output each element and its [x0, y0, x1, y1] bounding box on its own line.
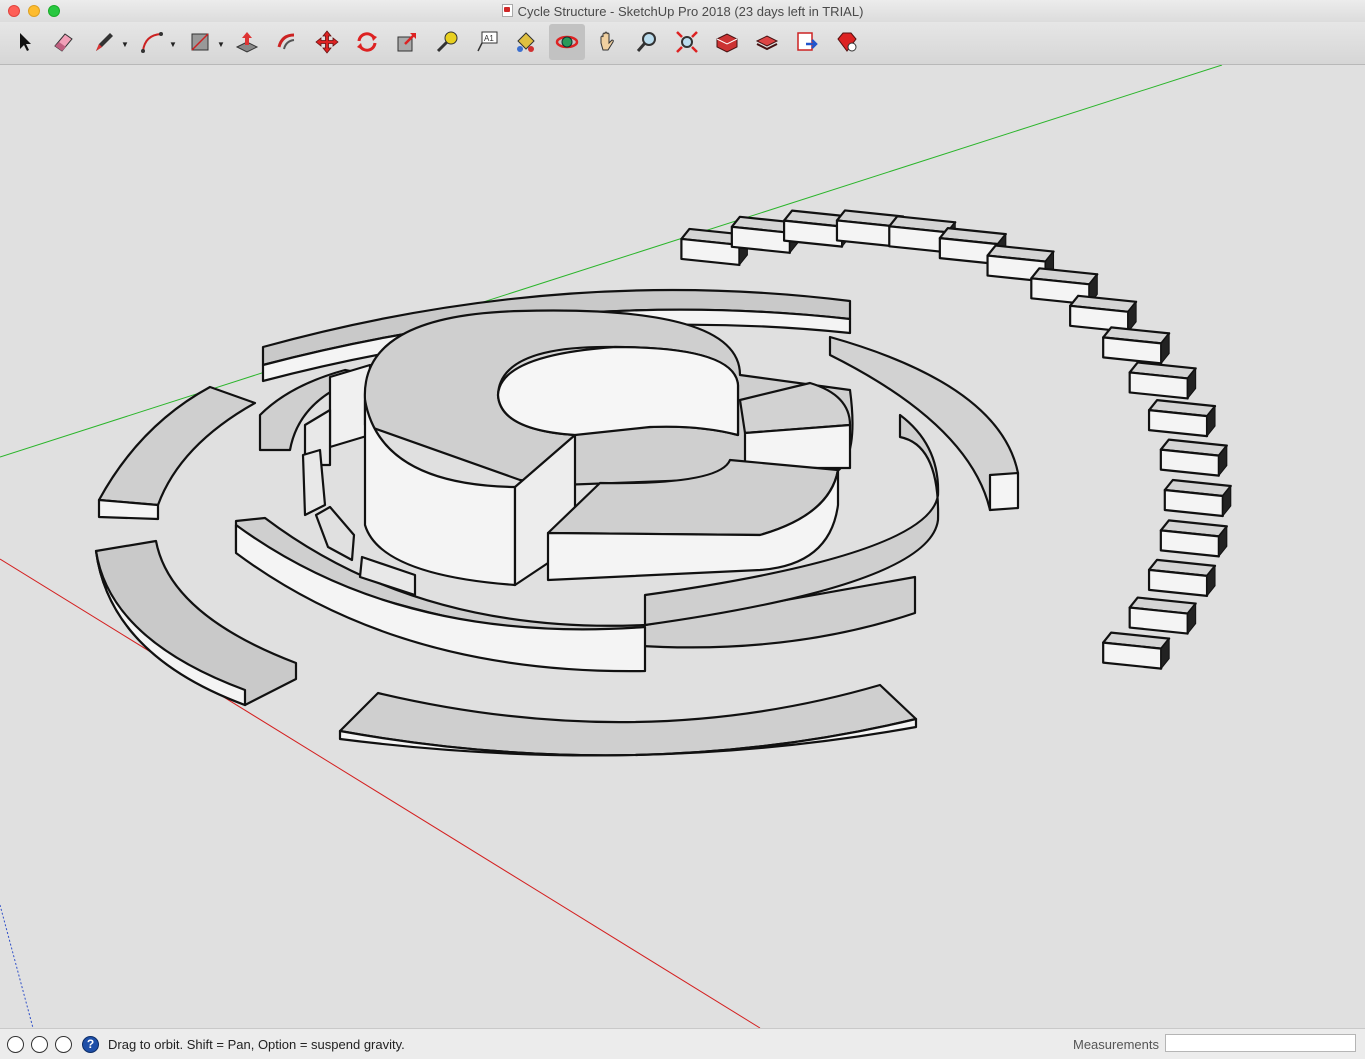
rotate-icon [357, 32, 377, 52]
orbit-icon [555, 35, 579, 49]
main-toolbar: ▼ ▼ ▼ A1 [0, 22, 1365, 65]
warehouse-tool-button[interactable] [709, 24, 745, 60]
help-icon[interactable]: ? [82, 1036, 99, 1053]
offset-tool-button[interactable] [269, 24, 305, 60]
outer-ring-segment[interactable] [97, 385, 257, 521]
geo-location-icon[interactable] [7, 1036, 24, 1053]
move-tool-button[interactable] [309, 24, 345, 60]
title-bar: Cycle Structure - SketchUp Pro 2018 (23 … [0, 0, 1365, 22]
credits-icon[interactable] [31, 1036, 48, 1053]
small-block[interactable] [1128, 596, 1197, 635]
send-to-layout-tool-button[interactable] [789, 24, 825, 60]
status-bar: ? Drag to orbit. Shift = Pan, Option = s… [0, 1028, 1365, 1059]
push-pull-tool-button[interactable] [229, 24, 265, 60]
text-tool-button[interactable]: A1 [469, 24, 505, 60]
line-tool-button[interactable] [86, 24, 122, 60]
eraser-icon [54, 33, 73, 52]
extension-warehouse-tool-button[interactable] [749, 24, 785, 60]
core-ring[interactable] [363, 309, 854, 587]
small-block[interactable] [1147, 399, 1217, 438]
magnifier-icon [636, 32, 656, 52]
pencil-icon [96, 33, 113, 51]
pan-tool-button[interactable] [589, 24, 625, 60]
orbit-tool-button[interactable] [549, 24, 585, 60]
scale-tool-button[interactable] [389, 24, 425, 60]
tape-measure-tool-button[interactable] [429, 24, 465, 60]
paint-bucket-icon [517, 32, 535, 52]
small-block[interactable] [1163, 478, 1232, 518]
small-block[interactable] [1159, 438, 1228, 478]
hand-icon [600, 31, 614, 51]
small-block[interactable] [1159, 519, 1228, 558]
measurements-label: Measurements [1073, 1037, 1159, 1052]
zoom-extents-tool-button[interactable] [669, 24, 705, 60]
outer-ring-segment[interactable] [338, 683, 918, 757]
text-icon: A1 [477, 31, 498, 52]
user-account-icon[interactable] [55, 1036, 72, 1053]
3d-viewport[interactable] [0, 65, 1365, 1028]
svg-text:A1: A1 [484, 34, 494, 43]
arc-tool-dropdown-icon[interactable]: ▼ [169, 40, 177, 49]
extension-manager-tool-button[interactable] [829, 24, 865, 60]
push-pull-icon [235, 32, 259, 53]
paint-bucket-tool-button[interactable] [507, 24, 543, 60]
small-block[interactable] [1128, 361, 1197, 400]
middle-ring-segment[interactable] [828, 335, 1020, 512]
small-block[interactable] [1102, 631, 1171, 671]
rectangle-icon [191, 33, 209, 51]
small-block[interactable] [1147, 558, 1217, 598]
extension-warehouse-icon [755, 35, 779, 51]
line-tool-dropdown-icon[interactable]: ▼ [121, 40, 129, 49]
arc-icon [141, 32, 163, 53]
tape-measure-icon [436, 31, 458, 53]
zoom-extents-icon [676, 31, 698, 53]
offset-icon [277, 33, 295, 50]
rectangle-tool-dropdown-icon[interactable]: ▼ [217, 40, 225, 49]
blue-axis [0, 904, 34, 1028]
rotate-tool-button[interactable] [349, 24, 385, 60]
measurements-input[interactable] [1165, 1034, 1356, 1052]
move-icon [315, 30, 339, 54]
arrow-cursor-icon [20, 33, 31, 51]
select-tool-button[interactable] [6, 24, 42, 60]
scale-icon [397, 33, 416, 52]
small-block[interactable] [1069, 294, 1138, 334]
status-hint: Drag to orbit. Shift = Pan, Option = sus… [108, 1037, 405, 1052]
model-scene[interactable] [0, 65, 1365, 1028]
window-title: Cycle Structure - SketchUp Pro 2018 (23 … [0, 4, 1365, 19]
layout-icon [797, 32, 818, 51]
eraser-tool-button[interactable] [45, 24, 81, 60]
3d-warehouse-icon [716, 33, 738, 53]
ruby-gem-icon [837, 32, 857, 52]
zoom-tool-button[interactable] [629, 24, 665, 60]
small-block[interactable] [1102, 326, 1171, 365]
rectangle-tool-button[interactable] [182, 24, 218, 60]
arc-tool-button[interactable] [134, 24, 170, 60]
sketchup-document-icon [501, 4, 513, 17]
